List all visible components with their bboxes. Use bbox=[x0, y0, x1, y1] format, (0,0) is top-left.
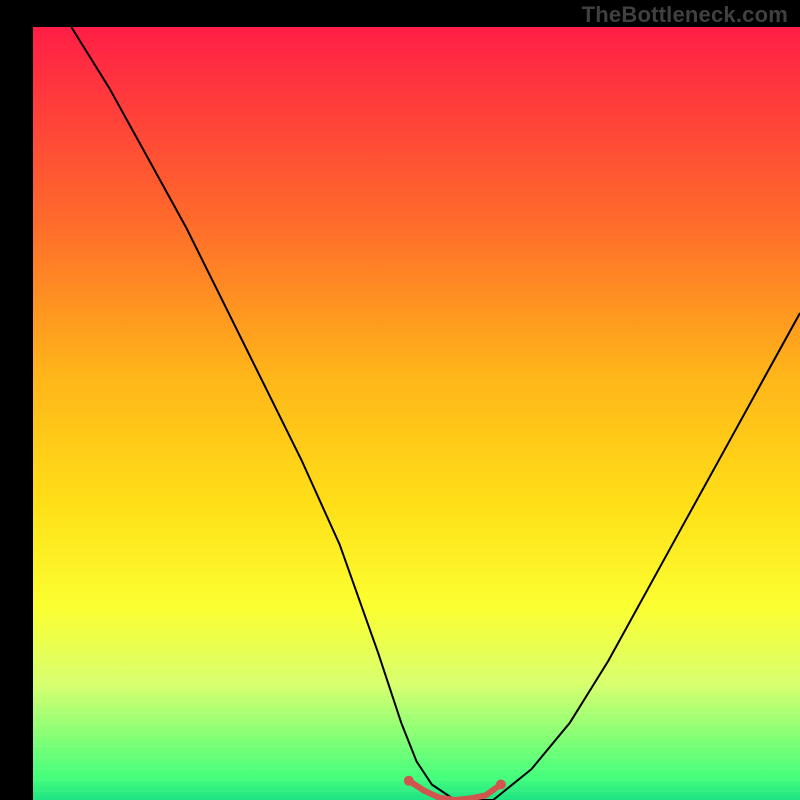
sweet-spot-endpoint bbox=[404, 776, 414, 786]
chart-frame: TheBottleneck.com bbox=[0, 0, 800, 800]
chart-background bbox=[33, 27, 800, 800]
watermark-text: TheBottleneck.com bbox=[582, 2, 788, 28]
sweet-spot-endpoint bbox=[496, 780, 506, 790]
bottleneck-chart bbox=[0, 0, 800, 800]
